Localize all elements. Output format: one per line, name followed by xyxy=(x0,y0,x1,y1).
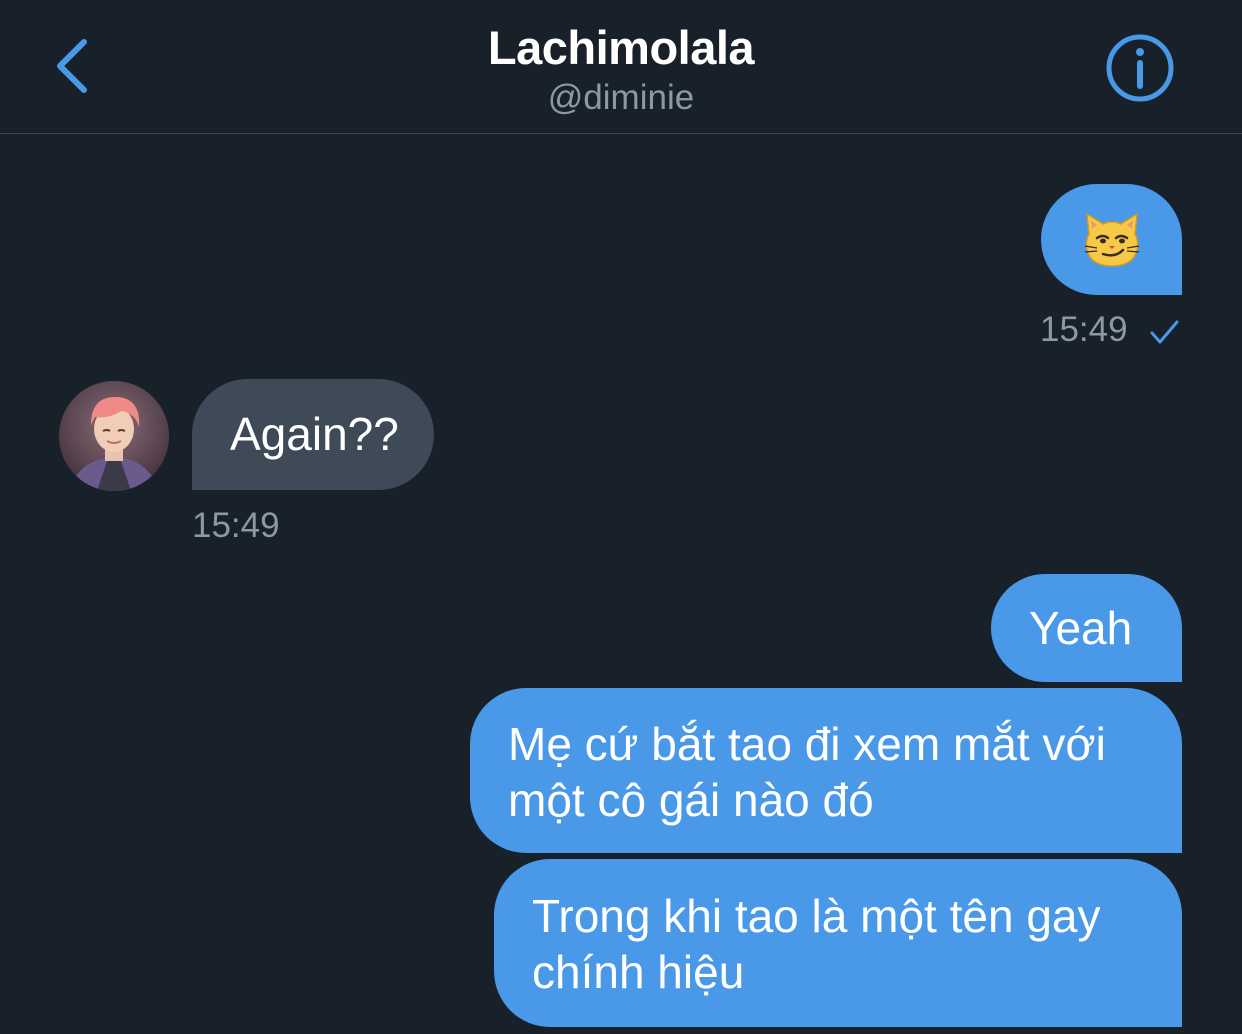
smirking-cat-icon xyxy=(1084,212,1139,267)
message-line: Mẹ cứ bắt tao đi xem mắt với xyxy=(508,718,1106,770)
message-timestamp: 15:49 xyxy=(192,506,280,545)
message-bubble-outgoing[interactable] xyxy=(1041,184,1182,295)
message-timestamp: 15:49 xyxy=(1040,310,1128,349)
check-icon xyxy=(1150,320,1179,344)
conversation-title[interactable]: Lachimolala xyxy=(0,20,1242,75)
message-bubble-outgoing[interactable]: Mẹ cứ bắt tao đi xem mắt với một cô gái … xyxy=(470,688,1182,853)
avatar-image xyxy=(59,381,169,491)
info-button[interactable] xyxy=(1104,32,1176,104)
message-bubble-outgoing[interactable]: Yeah xyxy=(991,574,1182,682)
conversation-handle[interactable]: @diminie xyxy=(0,78,1242,118)
message-line: chính hiệu xyxy=(532,946,745,998)
info-circle-icon xyxy=(1106,34,1174,102)
message-line: một cô gái nào đó xyxy=(508,774,874,826)
message-bubble-incoming[interactable]: Again?? xyxy=(192,379,434,490)
conversation-header: Lachimolala @diminie xyxy=(0,0,1242,134)
message-bubble-outgoing[interactable]: Trong khi tao là một tên gay chính hiệu xyxy=(494,859,1182,1027)
message-line: Trong khi tao là một tên gay xyxy=(532,890,1101,942)
avatar[interactable] xyxy=(59,381,169,491)
